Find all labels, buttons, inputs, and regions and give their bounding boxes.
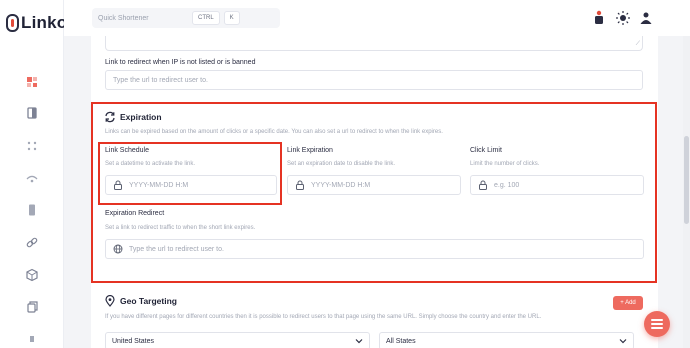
notification-icon[interactable] <box>590 9 608 27</box>
theme-sun-icon[interactable] <box>614 9 632 27</box>
hamburger-line <box>651 327 663 329</box>
hamburger-line <box>651 319 663 321</box>
more-icon[interactable] <box>25 332 39 346</box>
topbar: Quick Shortener CTRL K <box>64 0 690 36</box>
geo-targeting-description: If you have different pages for differen… <box>105 314 542 320</box>
chevron-down-icon <box>619 339 627 344</box>
click-limit-placeholder: e.g. 100 <box>494 181 520 189</box>
pages-icon[interactable] <box>25 106 39 120</box>
page-scrollbar[interactable] <box>683 36 690 348</box>
wifi-icon[interactable] <box>25 171 39 185</box>
expiration-redirect-label: Expiration Redirect <box>105 210 165 217</box>
link-expiration-input[interactable]: YYYY-MM-DD H:M <box>287 175 461 195</box>
app-name: Linko <box>21 13 68 32</box>
link-schedule-input[interactable]: YYYY-MM-DD H:M <box>105 175 277 195</box>
link-icon[interactable] <box>25 236 39 250</box>
app-logo[interactable]: Linko <box>6 13 67 33</box>
sidebar: Linko <box>0 0 67 348</box>
country-select[interactable]: United States <box>105 332 370 348</box>
link-expiration-label: Link Expiration <box>287 147 333 154</box>
logo-mark-icon <box>6 14 19 32</box>
user-avatar-icon[interactable] <box>637 9 655 27</box>
link-schedule-label: Link Schedule <box>105 147 149 154</box>
click-limit-label: Click Limit <box>470 147 502 154</box>
mobile-icon[interactable] <box>25 203 39 217</box>
shortcut-key-ctrl: CTRL <box>192 11 220 25</box>
grid-dots-icon[interactable] <box>25 139 39 153</box>
hamburger-line <box>651 323 663 325</box>
scrollbar-thumb[interactable] <box>684 136 689 224</box>
add-geo-button[interactable]: + Add <box>613 296 643 310</box>
expiration-redirect-input[interactable]: Type the url to redirect user to. <box>105 239 644 259</box>
lock-icon <box>114 180 122 190</box>
menu-fab-button[interactable] <box>644 311 670 337</box>
expiration-title: Expiration <box>120 112 162 122</box>
link-expiration-help: Set an expiration date to disable the li… <box>287 161 396 167</box>
location-pin-icon <box>105 295 115 307</box>
state-select[interactable]: All States <box>379 332 634 348</box>
lock-icon <box>479 180 487 190</box>
click-limit-help: Limit the number of clicks. <box>470 161 540 167</box>
link-schedule-placeholder: YYYY-MM-DD H:M <box>129 181 189 189</box>
expiration-refresh-icon <box>105 111 115 123</box>
state-select-value: All States <box>386 337 416 345</box>
link-schedule-help: Set a datetime to activate the link. <box>105 161 196 167</box>
search-placeholder: Quick Shortener <box>98 14 149 22</box>
expiration-redirect-placeholder: Type the url to redirect user to. <box>129 245 224 253</box>
dashboard-icon[interactable] <box>25 75 39 89</box>
click-limit-input[interactable]: e.g. 100 <box>470 175 644 195</box>
shortcut-key-k: K <box>223 11 240 25</box>
globe-icon <box>113 244 123 254</box>
redirect-banned-input[interactable]: Type the url to redirect user to. <box>105 70 643 90</box>
country-select-value: United States <box>112 337 155 345</box>
resize-handle-icon[interactable]: ⟋ <box>636 41 640 48</box>
chevron-down-icon <box>355 339 363 344</box>
redirect-banned-label: Link to redirect when IP is not listed o… <box>105 59 256 66</box>
previous-textarea[interactable]: ⟋ <box>105 36 643 51</box>
lock-icon <box>296 180 304 190</box>
expiration-description: Links can be expired based on the amount… <box>105 129 443 135</box>
expiration-redirect-help: Set a link to redirect traffic to when t… <box>105 225 256 231</box>
cube-icon[interactable] <box>25 268 39 282</box>
geo-targeting-title: Geo Targeting <box>120 296 177 306</box>
link-expiration-placeholder: YYYY-MM-DD H:M <box>311 181 371 189</box>
quick-shortener-search[interactable]: Quick Shortener CTRL K <box>92 8 280 28</box>
redirect-banned-placeholder: Type the url to redirect user to. <box>113 76 208 84</box>
copy-icon[interactable] <box>25 300 39 314</box>
